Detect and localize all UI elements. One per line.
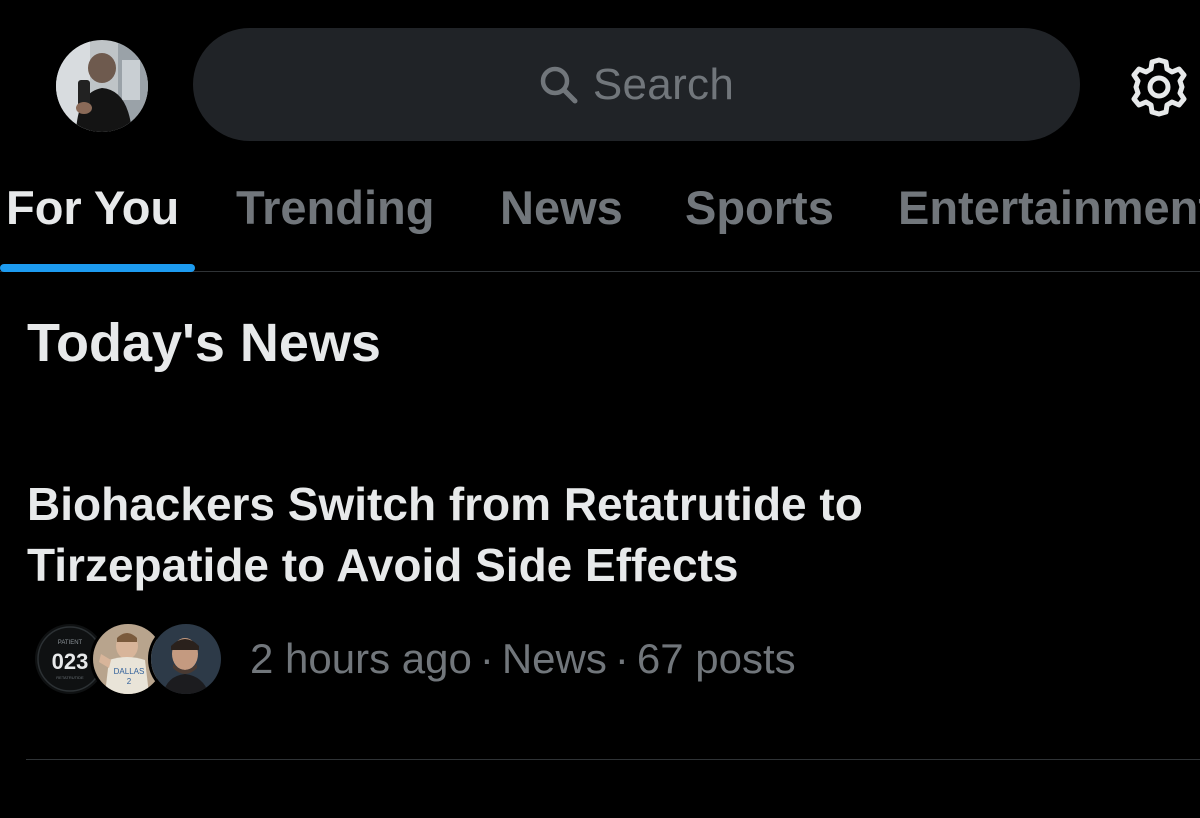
meta-separator: · — [614, 635, 629, 682]
tab-for-you[interactable]: For You — [6, 180, 179, 235]
badge-top-text: PATIENT — [58, 640, 83, 646]
explore-page: Search For You Trending News Sports Ente… — [0, 0, 1200, 818]
section-title: Today's News — [27, 313, 381, 373]
tab-entertainment[interactable]: Entertainment — [898, 180, 1200, 235]
search-placeholder: Search — [592, 59, 735, 109]
story-time: 2 hours ago — [250, 635, 472, 682]
story-post-count: 67 posts — [636, 635, 796, 682]
tab-trending[interactable]: Trending — [236, 180, 434, 235]
badge-bottom-text: RETATRUTIDE — [56, 675, 84, 680]
story-category: News — [501, 635, 607, 682]
jersey-text: DALLAS — [114, 667, 145, 676]
search-bar[interactable]: Search — [193, 28, 1080, 141]
tab-sports[interactable]: Sports — [685, 180, 834, 235]
gear-icon — [1128, 57, 1190, 122]
tab-news[interactable]: News — [500, 180, 623, 235]
story-headline[interactable]: Biohackers Switch from Retatrutide to Ti… — [27, 474, 1027, 596]
profile-avatar[interactable] — [56, 40, 148, 132]
story-meta-text: 2 hours ago · News · 67 posts — [250, 635, 796, 683]
explore-tabs: For You Trending News Sports Entertainme… — [0, 172, 1200, 272]
badge-number-text: 023 — [52, 649, 89, 674]
search-icon — [539, 65, 579, 105]
meta-separator: · — [479, 635, 494, 682]
active-tab-indicator — [0, 264, 195, 272]
settings-button[interactable] — [1128, 56, 1190, 118]
post-avatar-person — [148, 621, 224, 697]
story-divider — [26, 759, 1200, 760]
jersey-number: 2 — [127, 677, 132, 686]
story-meta: PATIENT 023 RETATRUTIDE DALLAS 2 2 hours… — [32, 620, 796, 698]
